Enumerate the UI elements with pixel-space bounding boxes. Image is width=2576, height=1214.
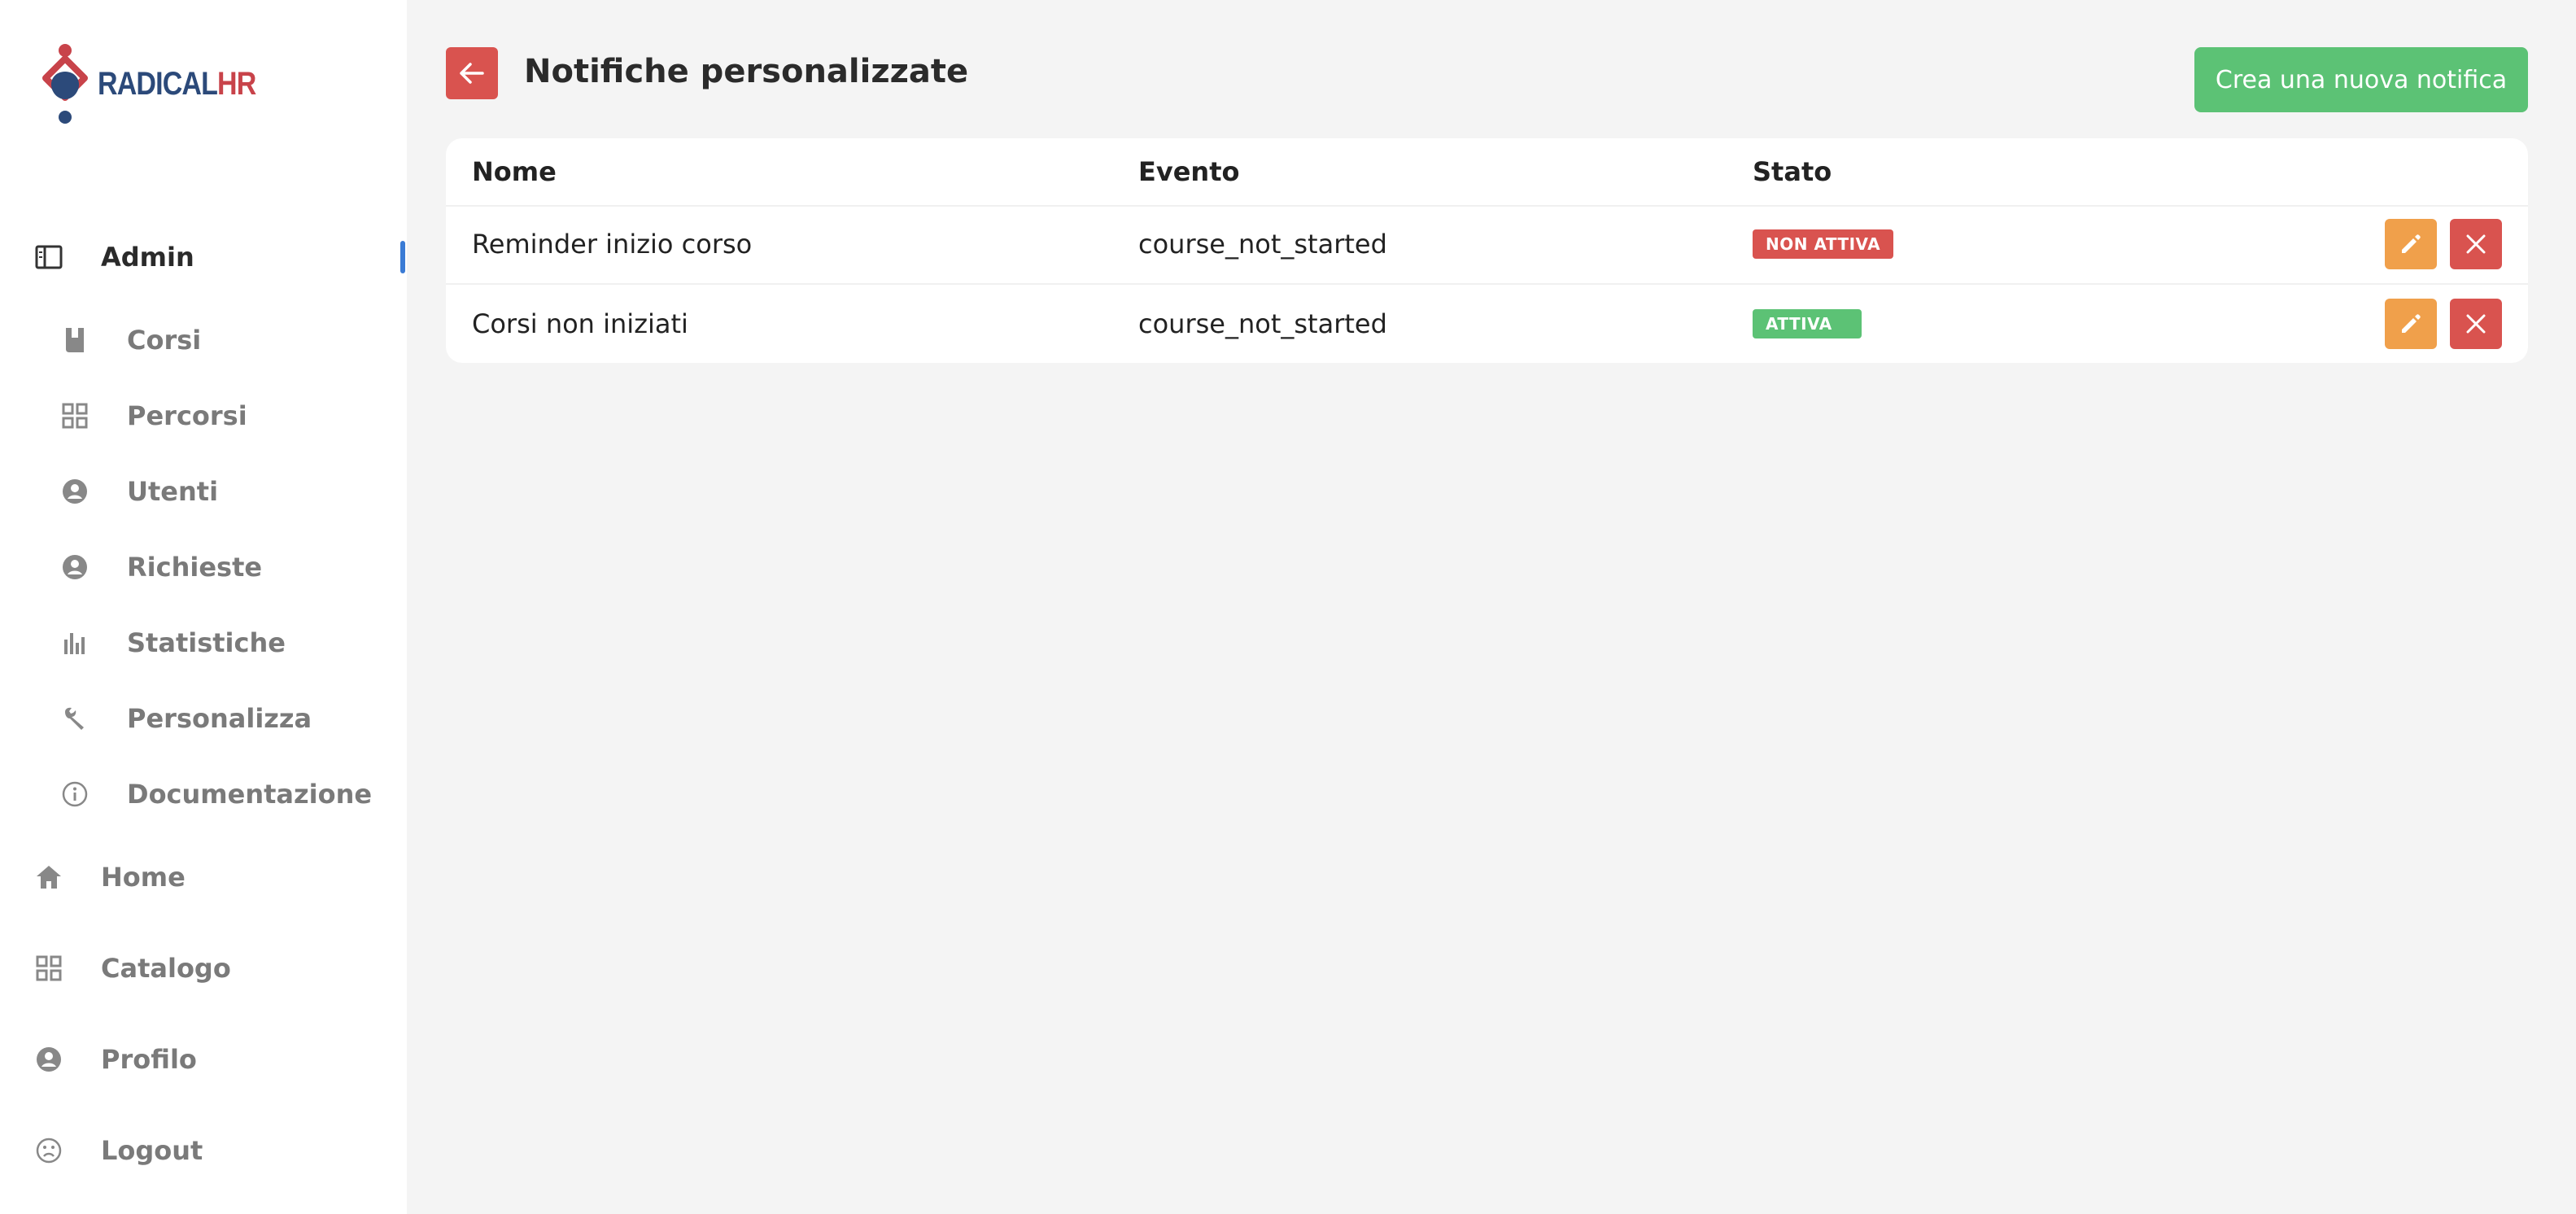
table-row: Reminder inizio corso course_not_started… [446,205,2528,285]
close-icon [2466,234,2486,254]
arrow-left-icon [460,63,484,84]
sidebar-item-label: Statistiche [127,627,286,658]
sidebar-item-label: Home [101,862,186,893]
sidebar-item-admin[interactable]: Admin [33,233,194,282]
user-circle-icon [33,1043,65,1076]
sidebar-item-label: Catalogo [101,953,231,984]
status-badge: ATTIVA [1753,309,1862,338]
sidebar-item-statistiche[interactable]: Statistiche [59,618,286,667]
sidebar-item-personalizza[interactable]: Personalizza [59,694,312,743]
home-icon [33,861,65,893]
sidebar-item-profilo[interactable]: Profilo [33,1035,197,1084]
back-button[interactable] [446,47,498,99]
edit-button[interactable] [2385,219,2437,269]
column-header-evento: Evento [1138,156,1240,187]
sidebar-item-logout[interactable]: Logout [33,1126,203,1175]
grid-icon [59,400,91,432]
brand-name: RADICALHR [98,65,256,102]
notification-event: course_not_started [1138,229,1387,260]
sidebar-item-utenti[interactable]: Utenti [59,467,218,516]
sidebar-item-label: Corsi [127,325,202,356]
active-indicator [400,241,405,273]
create-notification-button[interactable]: Crea una nuova notifica [2194,47,2528,112]
sidebar-item-label: Utenti [127,476,219,507]
wrench-icon [59,702,91,735]
sidebar-item-documentazione[interactable]: Documentazione [59,770,372,819]
sidebar-item-label: Logout [101,1135,203,1166]
status-cell: ATTIVA [1753,285,1862,363]
book-icon [59,324,91,356]
sidebar-item-catalogo[interactable]: Catalogo [33,944,231,993]
sidebar-item-richieste[interactable]: Richieste [59,543,262,592]
notification-name: Reminder inizio corso [472,229,753,260]
notifications-table: Nome Evento Stato Reminder inizio corso … [446,138,2528,363]
sad-face-icon [33,1134,65,1167]
sidebar-item-percorsi[interactable]: Percorsi [59,391,247,440]
sidebar-item-label: Percorsi [127,400,247,431]
user-circle-icon [59,551,91,583]
sidebar-item-corsi[interactable]: Corsi [59,316,201,365]
notification-name: Corsi non iniziati [472,308,688,339]
status-cell: NON ATTIVA [1753,205,1894,283]
column-header-nome: Nome [472,156,557,187]
grid-icon [33,952,65,985]
sidebar-item-home[interactable]: Home [33,853,186,902]
sidebar-item-label: Profilo [101,1044,197,1075]
edit-button[interactable] [2385,299,2437,349]
row-actions [2385,219,2502,269]
pencil-icon [2402,314,2421,333]
sidebar: RADICALHR Admin Corsi Percorsi Utenti Ri… [0,0,407,1214]
status-badge: NON ATTIVA [1753,229,1894,259]
delete-button[interactable] [2450,299,2502,349]
close-icon [2466,314,2486,334]
pencil-icon [2402,234,2421,253]
delete-button[interactable] [2450,219,2502,269]
user-circle-icon [59,475,91,508]
page-title: Notifiche personalizzate [524,53,969,90]
radicalhr-logo-icon [42,44,88,124]
info-icon [59,778,91,810]
sidebar-panel-icon [33,241,65,273]
row-actions [2385,299,2502,349]
sidebar-item-label: Personalizza [127,703,312,734]
table-header: Nome Evento Stato [446,138,2528,207]
sidebar-item-label: Documentazione [127,779,373,810]
column-header-stato: Stato [1753,156,1832,187]
notification-event: course_not_started [1138,308,1387,339]
sidebar-item-label: Admin [101,242,194,273]
sidebar-item-label: Richieste [127,552,263,583]
table-row: Corsi non iniziati course_not_started AT… [446,285,2528,363]
logo[interactable]: RADICALHR [42,41,284,127]
bar-chart-icon [59,627,91,659]
